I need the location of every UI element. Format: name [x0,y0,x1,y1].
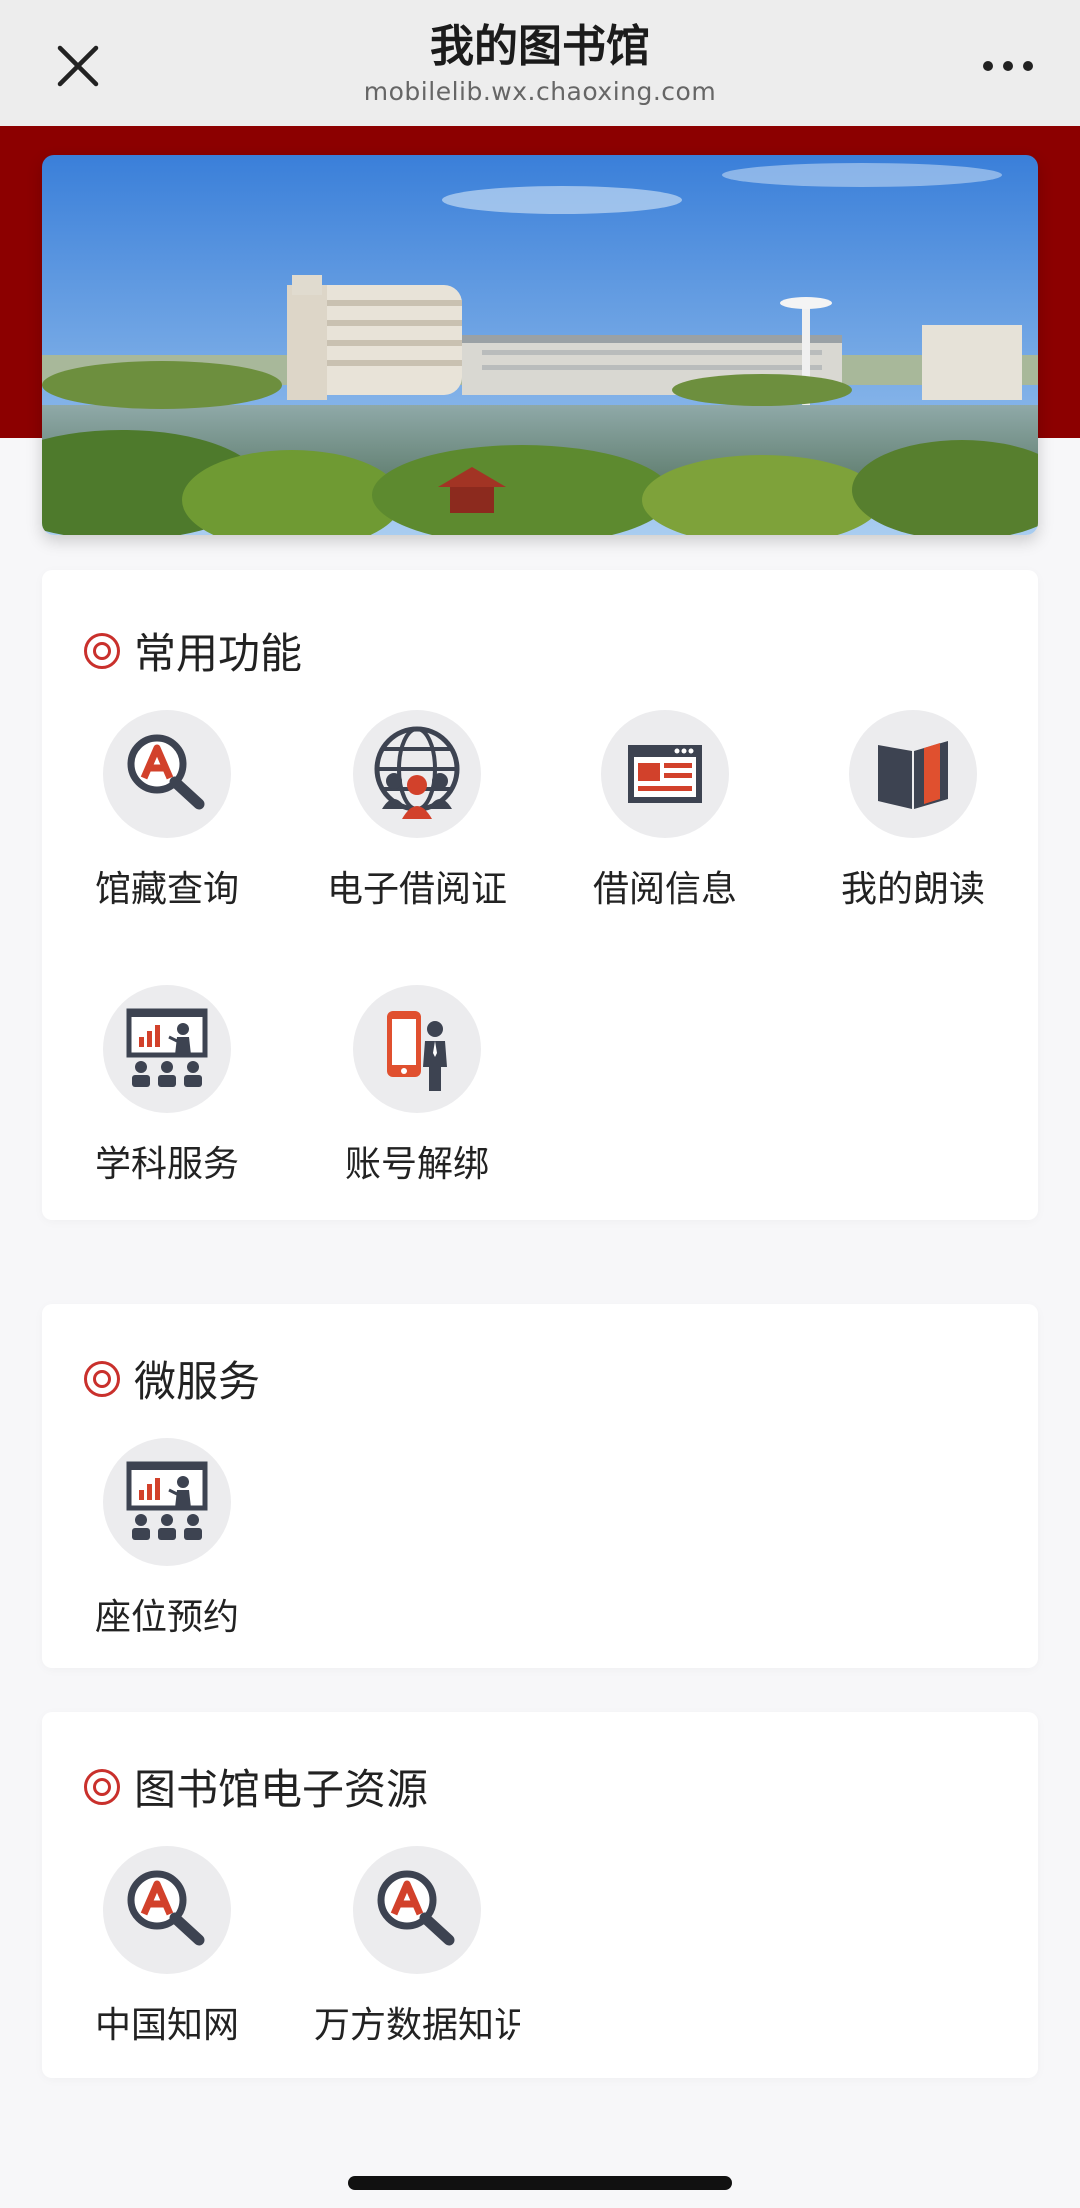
menu-item-label: 座位预约 [94,1597,239,1638]
section-common-functions: 常用功能 馆藏查询 电子借阅证 借阅信息 我的朗读 学科服务 账号解绑 [42,570,1038,1220]
home-indicator[interactable] [348,2176,732,2190]
page-title: 我的图书馆 [430,21,650,72]
menu-item-account-unbind[interactable]: 账号解绑 [292,985,542,1187]
menu-item-label: 电子借阅证 [326,869,507,910]
menu-item-label: 万方数据知识 [314,2005,520,2046]
section-header: 常用功能 [84,620,302,681]
section-title: 常用功能 [134,629,303,678]
section-e-resources: 图书馆电子资源 中国知网 万方数据知识 [42,1712,1038,2078]
title-area: 我的图书馆 mobilelib.wx.chaoxing.com [240,18,840,108]
menu-item-label: 中国知网 [94,2005,239,2046]
section-title: 微服务 [134,1357,261,1406]
more-dots-icon [983,61,1033,71]
menu-item-label: 我的朗读 [840,869,985,910]
menu-item-label: 借阅信息 [592,869,737,910]
section-micro-services: 微服务 座位预约 [42,1304,1038,1668]
menu-item-subject-service[interactable]: 学科服务 [42,985,292,1187]
target-icon [84,1360,120,1397]
menu-item-label: 馆藏查询 [94,869,239,910]
close-button[interactable] [42,30,114,102]
menu-item-collection-search[interactable]: 馆藏查询 [42,710,292,912]
section-header: 图书馆电子资源 [84,1756,428,1817]
section-header: 微服务 [84,1348,260,1409]
target-icon [84,1768,120,1805]
target-icon [84,632,120,669]
search-a-icon [103,1846,231,1974]
news-card-icon [601,710,729,838]
close-icon [57,45,99,87]
menu-item-wanfang[interactable]: 万方数据知识 [292,1846,542,2048]
more-button[interactable] [960,30,1056,102]
search-a-icon [353,1846,481,1974]
presentation-icon [103,1438,231,1566]
menu-item-e-library-card[interactable]: 电子借阅证 [292,710,542,912]
menu-item-cnki[interactable]: 中国知网 [42,1846,292,2048]
top-bar: 我的图书馆 mobilelib.wx.chaoxing.com [0,0,1080,126]
menu-item-borrow-info[interactable]: 借阅信息 [540,710,790,912]
menu-item-label: 账号解绑 [344,1144,489,1185]
page-url: mobilelib.wx.chaoxing.com [363,77,717,106]
menu-item-my-reading[interactable]: 我的朗读 [788,710,1038,912]
search-a-icon [103,710,231,838]
menu-item-label: 学科服务 [94,1144,239,1185]
library-banner-image[interactable] [42,155,1038,535]
globe-people-icon [353,710,481,838]
book-icon [849,710,977,838]
section-title: 图书馆电子资源 [134,1765,429,1814]
presentation-icon [103,985,231,1113]
menu-item-seat-reservation[interactable]: 座位预约 [42,1438,292,1640]
phone-person-icon [353,985,481,1113]
